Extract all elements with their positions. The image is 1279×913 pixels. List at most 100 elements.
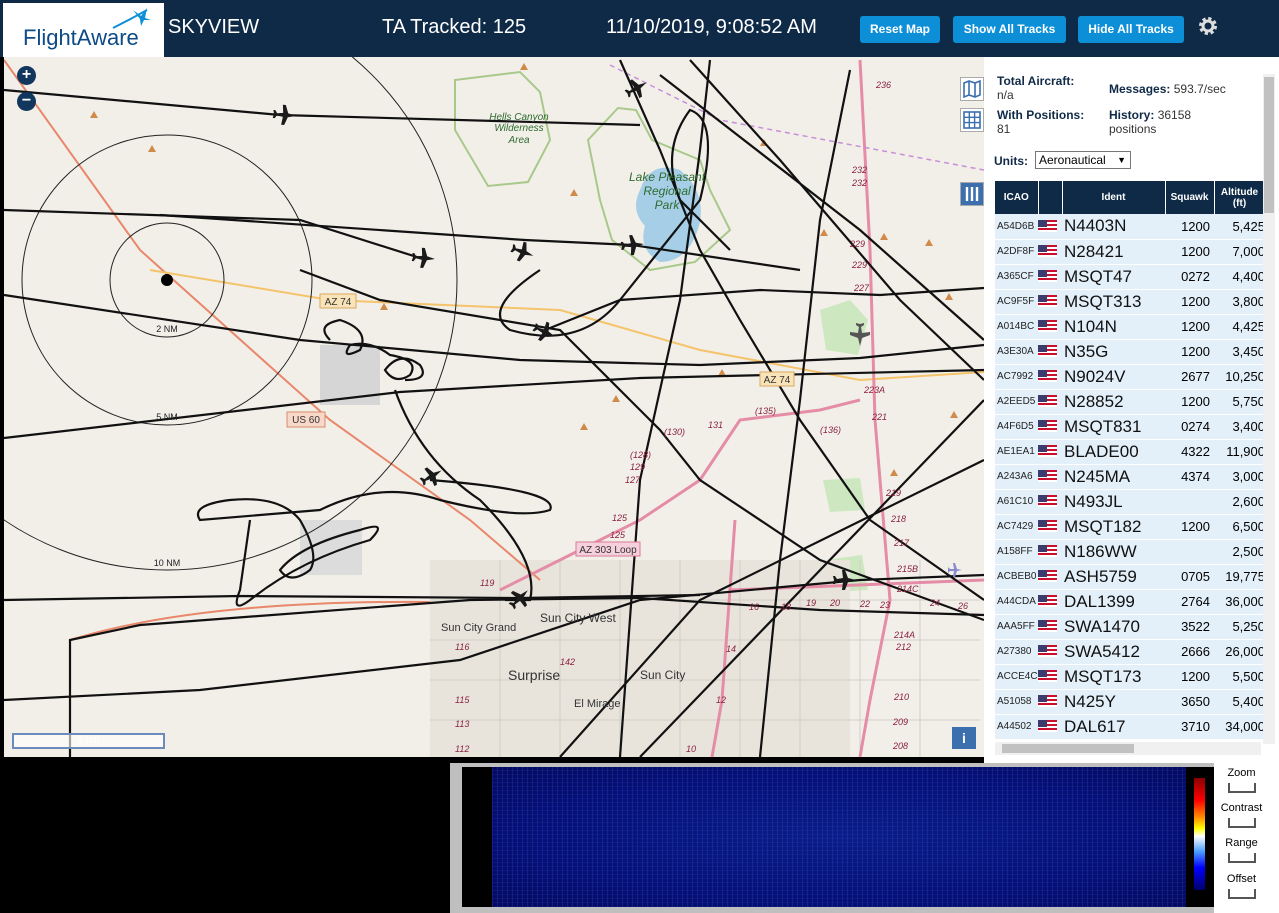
table-row[interactable]: AC7992 N9024V 2677 10,250 [995,364,1265,390]
contrast-slider[interactable] [1228,818,1256,828]
grid-icon[interactable] [960,108,984,132]
svg-text:Wilderness: Wilderness [494,123,543,134]
row-squawk: 0272 [1165,264,1214,290]
reset-map-button[interactable]: Reset Map [860,16,940,43]
row-squawk: 1200 [1165,314,1214,340]
messages-value: 593.7/sec [1173,82,1226,96]
svg-text:217: 217 [893,538,910,548]
row-icao: A3E30A [995,339,1038,365]
table-row[interactable]: A158FF N186WW 2,500 [995,539,1265,565]
svg-text:(130): (130) [664,427,685,437]
row-squawk: 3710 [1165,714,1214,740]
flag-icon [1038,364,1062,390]
column-icao[interactable]: ICAO [995,181,1039,214]
offset-slider[interactable] [1228,889,1256,899]
table-row[interactable]: A365CF MSQT47 0272 4,400 [995,264,1265,290]
row-ident: N28852 [1062,389,1165,415]
table-row[interactable]: AE1EA1 BLADE00 4322 11,900 [995,439,1265,465]
row-altitude: 7,000 [1214,239,1265,265]
flag-icon [1038,664,1062,690]
table-row[interactable]: A2EED5 N28852 1200 5,750 [995,389,1265,415]
flag-icon [1038,714,1062,740]
row-icao: ACCE4C [995,664,1038,690]
column-flag[interactable] [1038,181,1063,214]
units-label: Units: [994,154,1028,168]
svg-text:119: 119 [480,578,494,588]
zoom-in-button[interactable]: + [17,66,36,85]
zoom-out-button[interactable]: − [17,92,36,111]
table-row[interactable]: A3E30A N35G 1200 3,450 [995,339,1265,365]
row-altitude: 2,500 [1214,539,1265,565]
row-ident: SWA5412 [1062,639,1165,665]
row-squawk: 1200 [1165,514,1214,540]
svg-text:24: 24 [929,598,940,608]
flag-icon [1038,289,1062,315]
table-row[interactable]: A27380 SWA5412 2666 26,000 [995,639,1265,665]
flightaware-logo[interactable]: FlightAware [3,3,164,57]
row-altitude: 5,500 [1214,664,1265,690]
map-view[interactable]: Hells Canyon Wilderness Area Lake Pleasa… [4,57,984,757]
info-button[interactable]: i [952,727,976,749]
units-select[interactable]: Aeronautical ▼ [1035,151,1131,169]
row-icao: A158FF [995,539,1038,565]
column-squawk[interactable]: Squawk [1165,181,1215,214]
row-ident: N493JL [1062,489,1165,515]
hide-all-tracks-button[interactable]: Hide All Tracks [1078,16,1184,43]
history-label: History: [1109,108,1155,122]
row-icao: A54D6B [995,214,1038,240]
svg-text:Surprise: Surprise [508,667,560,683]
svg-text:26: 26 [957,601,968,611]
table-row[interactable]: ACCE4C MSQT173 1200 5,500 [995,664,1265,690]
gear-icon[interactable] [1196,14,1220,38]
table-row[interactable]: AAA5FF SWA1470 3522 5,250 [995,614,1265,640]
table-row[interactable]: A014BC N104N 1200 4,425 [995,314,1265,340]
svg-text:AZ 74: AZ 74 [325,297,352,308]
row-squawk: 3650 [1165,689,1214,715]
row-ident: N28421 [1062,239,1165,265]
table-row[interactable]: A44CDA DAL1399 2764 36,000 [995,589,1265,615]
flag-icon [1038,214,1062,240]
svg-text:AZ 74: AZ 74 [764,375,791,386]
svg-text:10: 10 [686,744,696,754]
columns-icon[interactable] [960,182,984,206]
row-squawk: 1200 [1165,664,1214,690]
row-squawk: 0274 [1165,414,1214,440]
map-layers-icon[interactable] [960,77,984,101]
row-ident: MSQT47 [1062,264,1165,290]
table-row[interactable]: A54D6B N4403N 1200 5,425 [995,214,1265,240]
table-row[interactable]: A2DF8F N28421 1200 7,000 [995,239,1265,265]
range-slider[interactable] [1228,853,1256,863]
horizontal-scroll-thumb[interactable] [1002,744,1134,753]
table-row[interactable]: A4F6D5 MSQT831 0274 3,400 [995,414,1265,440]
table-row[interactable]: A44502 DAL617 3710 34,000 [995,714,1265,740]
table-row[interactable]: A61C10 N493JL 2,600 [995,489,1265,515]
row-icao: A243A6 [995,464,1038,490]
table-row[interactable]: AC7429 MSQT182 1200 6,500 [995,514,1265,540]
column-altitude[interactable]: Altitude (ft) [1214,181,1266,214]
row-icao: A014BC [995,314,1038,340]
table-row[interactable]: ACBEB0 ASH5759 0705 19,775 [995,564,1265,590]
table-row[interactable]: AC9F5F MSQT313 1200 3,800 [995,289,1265,315]
zoom-slider[interactable] [1228,783,1256,793]
site-name: SKYVIEW [168,16,260,38]
row-altitude: 11,900 [1214,439,1265,465]
row-ident: DAL617 [1062,714,1165,740]
svg-text:18: 18 [781,602,791,612]
svg-text:Park: Park [655,198,681,212]
with-positions-value: 81 [997,122,1011,136]
table-row[interactable]: A243A6 N245MA 4374 3,000 [995,464,1265,490]
flag-icon [1038,539,1062,565]
row-squawk [1165,539,1214,565]
row-altitude: 36,000 [1214,589,1265,615]
map-canvas[interactable]: Hells Canyon Wilderness Area Lake Pleasa… [4,57,984,757]
vertical-scroll-thumb[interactable] [1264,77,1274,213]
row-squawk: 0705 [1165,564,1214,590]
row-altitude: 6,500 [1214,514,1265,540]
flag-icon [1038,614,1062,640]
row-ident: MSQT831 [1062,414,1165,440]
row-icao: ACBEB0 [995,564,1038,590]
show-all-tracks-button[interactable]: Show All Tracks [953,16,1066,43]
table-row[interactable]: A51058 N425Y 3650 5,400 [995,689,1265,715]
column-ident[interactable]: Ident [1062,181,1166,214]
row-ident: BLADE00 [1062,439,1165,465]
